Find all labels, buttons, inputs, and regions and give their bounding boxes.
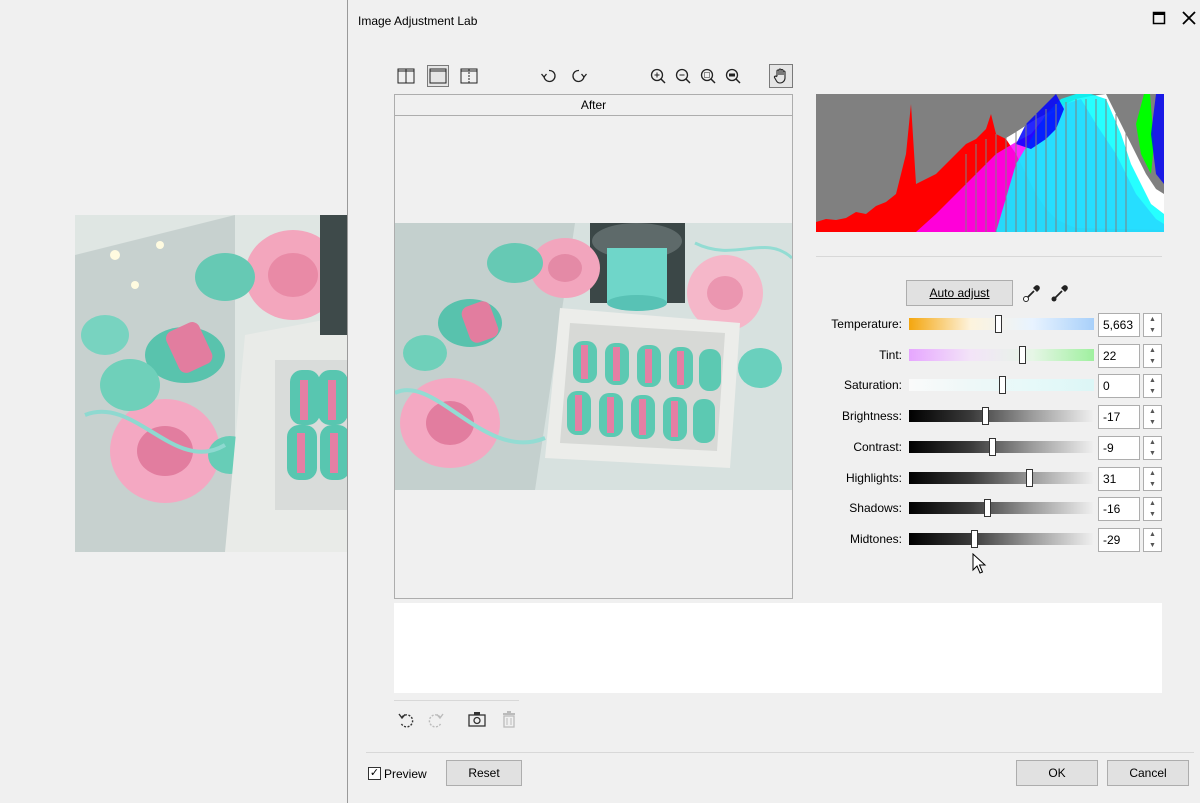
rotate-left-icon[interactable] [538, 65, 560, 87]
white-point-eyedropper-icon[interactable] [1022, 283, 1042, 303]
image-adjustment-dialog: Image Adjustment Lab After Auto adjust T… [347, 0, 1200, 803]
contrast-spinner[interactable]: ▲ ▼ [1143, 436, 1162, 460]
side-by-side-view-icon[interactable] [458, 65, 480, 87]
preview-panel[interactable]: After [394, 94, 793, 599]
contrast-slider-thumb[interactable] [989, 438, 996, 456]
saturation-slider-thumb[interactable] [999, 376, 1006, 394]
contrast-value-field[interactable]: -9 [1098, 436, 1140, 460]
spin-up-icon[interactable]: ▲ [1144, 529, 1161, 540]
shadows-spinner[interactable]: ▲ ▼ [1143, 497, 1162, 521]
spin-down-icon[interactable]: ▼ [1144, 386, 1161, 397]
spin-down-icon[interactable]: ▼ [1144, 417, 1161, 428]
preview-checkbox-label[interactable]: Preview [384, 767, 427, 781]
brightness-slider-thumb[interactable] [982, 407, 989, 425]
shadows-value-field[interactable]: -16 [1098, 497, 1140, 521]
highlights-spinner[interactable]: ▲ ▼ [1143, 467, 1162, 491]
black-point-eyedropper-icon[interactable] [1050, 283, 1070, 303]
cancel-button[interactable]: Cancel [1107, 760, 1189, 786]
brightness-label: Brightness: [841, 409, 902, 423]
spin-down-icon[interactable]: ▼ [1144, 356, 1161, 367]
highlights-slider[interactable] [909, 472, 1094, 484]
spin-up-icon[interactable]: ▲ [1144, 498, 1161, 509]
history-list[interactable] [394, 603, 1162, 693]
brightness-value-field[interactable]: -17 [1098, 405, 1140, 429]
snapshot-icon[interactable] [467, 709, 487, 729]
split-view-icon[interactable] [395, 65, 417, 87]
highlights-value-field[interactable]: 31 [1098, 467, 1140, 491]
brightness-slider[interactable] [909, 410, 1094, 422]
pan-hand-icon[interactable] [769, 64, 793, 88]
highlights-slider-thumb[interactable] [1026, 469, 1033, 487]
mouse-pointer-icon [972, 552, 988, 578]
tint-slider[interactable] [909, 349, 1094, 361]
spin-down-icon[interactable]: ▼ [1144, 509, 1161, 520]
zoom-fit-icon[interactable] [697, 65, 719, 87]
auto-adjust-button[interactable]: Auto adjust [906, 280, 1013, 306]
ok-button[interactable]: OK [1016, 760, 1098, 786]
spin-down-icon[interactable]: ▼ [1144, 325, 1161, 336]
spin-up-icon[interactable]: ▲ [1144, 345, 1161, 356]
temperature-label: Temperature: [831, 317, 902, 331]
undo-icon[interactable] [396, 709, 416, 729]
histogram [816, 94, 1164, 232]
spin-up-icon[interactable]: ▲ [1144, 375, 1161, 386]
contrast-slider[interactable] [909, 441, 1094, 453]
reset-button[interactable]: Reset [446, 760, 522, 786]
spin-down-icon[interactable]: ▼ [1144, 479, 1161, 490]
temperature-spinner[interactable]: ▲ ▼ [1143, 313, 1162, 337]
close-icon[interactable] [1177, 6, 1200, 30]
rotate-right-icon[interactable] [568, 65, 590, 87]
redo-icon[interactable] [426, 709, 446, 729]
midtones-spinner[interactable]: ▲ ▼ [1143, 528, 1162, 552]
spin-up-icon[interactable]: ▲ [1144, 406, 1161, 417]
spin-down-icon[interactable]: ▼ [1144, 540, 1161, 551]
shadows-slider[interactable] [909, 502, 1094, 514]
tint-slider-thumb[interactable] [1019, 346, 1026, 364]
shadows-label: Shadows: [849, 501, 902, 515]
background-photo [75, 215, 350, 552]
single-view-icon[interactable] [427, 65, 449, 87]
preview-header: After [395, 95, 792, 116]
zoom-in-icon[interactable] [647, 65, 669, 87]
history-separator [394, 700, 519, 701]
spin-up-icon[interactable]: ▲ [1144, 468, 1161, 479]
preview-checkbox[interactable]: ✓ [368, 767, 381, 780]
midtones-label: Midtones: [849, 532, 902, 546]
contrast-label: Contrast: [853, 440, 902, 454]
brightness-spinner[interactable]: ▲ ▼ [1143, 405, 1162, 429]
midtones-value-field[interactable]: -29 [1098, 528, 1140, 552]
zoom-100-icon[interactable] [722, 65, 744, 87]
maximize-icon[interactable] [1147, 6, 1171, 30]
dialog-title: Image Adjustment Lab [358, 14, 478, 28]
tint-spinner[interactable]: ▲ ▼ [1143, 344, 1162, 368]
shadows-slider-thumb[interactable] [984, 499, 991, 517]
highlights-label: Highlights: [845, 471, 902, 485]
saturation-value-field[interactable]: 0 [1098, 374, 1140, 398]
spin-up-icon[interactable]: ▲ [1144, 437, 1161, 448]
tint-value-field[interactable]: 22 [1098, 344, 1140, 368]
saturation-spinner[interactable]: ▲ ▼ [1143, 374, 1162, 398]
temperature-value-field[interactable]: 5,663 [1098, 313, 1140, 337]
saturation-label: Saturation: [843, 378, 902, 392]
tint-label: Tint: [879, 348, 902, 362]
zoom-out-icon[interactable] [672, 65, 694, 87]
histogram-separator [816, 256, 1162, 257]
spin-down-icon[interactable]: ▼ [1144, 448, 1161, 459]
footer-separator [366, 752, 1194, 753]
temperature-slider-thumb[interactable] [995, 315, 1002, 333]
delete-icon[interactable] [499, 709, 519, 729]
midtones-slider-thumb[interactable] [971, 530, 978, 548]
spin-up-icon[interactable]: ▲ [1144, 314, 1161, 325]
midtones-slider[interactable] [909, 533, 1094, 545]
checkmark-icon: ✓ [369, 767, 380, 779]
